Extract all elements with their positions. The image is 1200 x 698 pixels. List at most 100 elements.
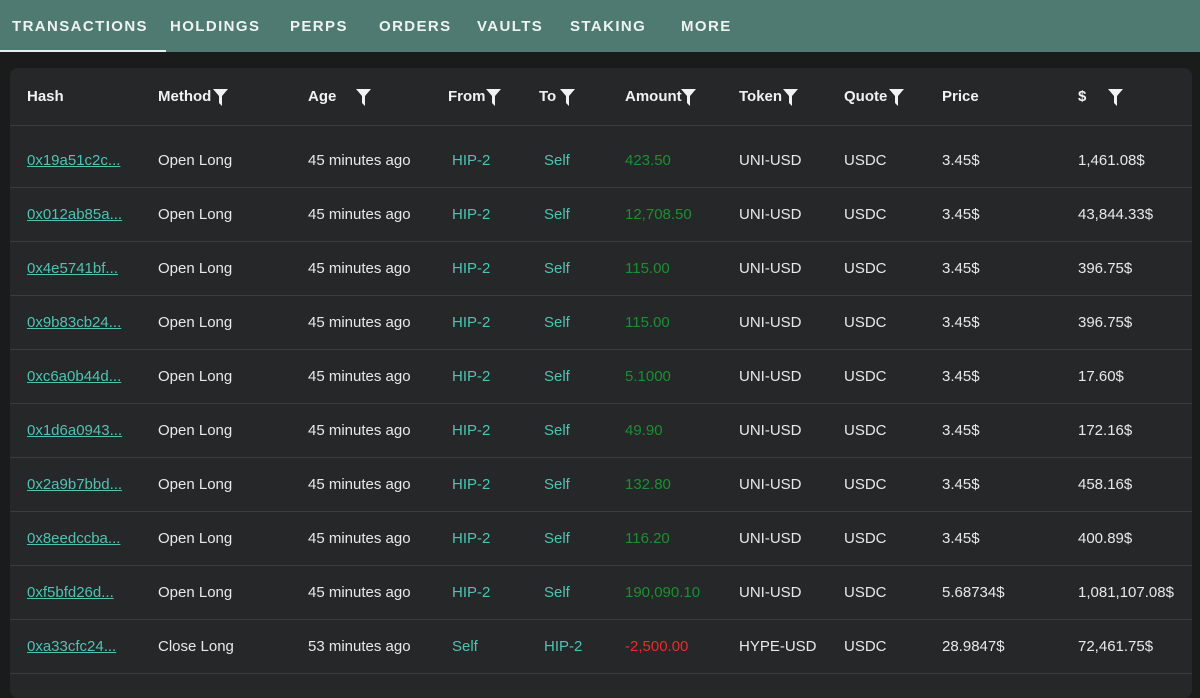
price-cell: 3.45$ [942, 314, 980, 331]
to-link[interactable]: Self [544, 296, 570, 350]
amount-cell: 115.00 [625, 260, 670, 277]
table-row: 0x9b83cb24... Open Long 45 minutes ago HIP-… [10, 296, 1192, 350]
to-link[interactable]: Self [544, 188, 570, 242]
column-header-from: From [448, 88, 486, 105]
table-row: 0xc6a0b44d... Open Long 45 minutes ago HIP-… [10, 350, 1192, 404]
to-link[interactable]: Self [544, 134, 570, 188]
to-link[interactable]: Self [544, 242, 570, 296]
hash-link[interactable]: 0x4e5741bf... [27, 242, 118, 296]
age-cell: 45 minutes ago [308, 530, 411, 547]
tab-orders[interactable]: ORDERS [379, 0, 452, 52]
usd-value-cell: 396.75$ [1078, 260, 1133, 277]
age-cell: 45 minutes ago [308, 476, 411, 493]
column-header-price: Price [942, 88, 979, 105]
token-filter-icon[interactable] [783, 89, 798, 106]
hash-link[interactable]: 0xa33cfc24... [27, 620, 116, 674]
tab-bar: TRANSACTIONS HOLDINGS PERPS ORDERS VAULT… [0, 0, 1200, 52]
from-filter-icon[interactable] [486, 89, 501, 106]
price-cell: 3.45$ [942, 422, 980, 439]
usd-value-cell: 1,461.08$ [1078, 152, 1145, 169]
from-link[interactable]: HIP-2 [452, 296, 490, 350]
tab-holdings[interactable]: HOLDINGS [170, 0, 260, 52]
age-cell: 45 minutes ago [308, 152, 411, 169]
method-cell: Open Long [158, 584, 233, 601]
table-row: 0x19a51c2c... Open Long 45 minutes ago HIP-… [10, 134, 1192, 188]
quote-cell: USDC [844, 530, 887, 547]
to-link[interactable]: Self [544, 350, 570, 404]
from-link[interactable]: HIP-2 [452, 566, 490, 620]
method-cell: Close Long [158, 638, 234, 655]
hash-link[interactable]: 0x19a51c2c... [27, 134, 120, 188]
quote-filter-icon[interactable] [889, 89, 904, 106]
age-cell: 45 minutes ago [308, 584, 411, 601]
column-header-age: Age [308, 88, 337, 105]
from-link[interactable]: HIP-2 [452, 512, 490, 566]
quote-cell: USDC [844, 206, 887, 223]
table-row: 0xf5bfd26d... Open Long 45 minutes ago HIP-… [10, 566, 1192, 620]
price-cell: 28.9847$ [942, 638, 1005, 655]
usd-value-cell: 458.16$ [1078, 476, 1133, 493]
quote-cell: USDC [844, 476, 887, 493]
column-header-method: Method [158, 88, 212, 105]
hash-link[interactable]: 0x2a9b7bbd... [27, 458, 122, 512]
quote-cell: USDC [844, 314, 887, 331]
column-header-amount: Amount [625, 88, 682, 105]
amount-filter-icon[interactable] [681, 89, 696, 106]
token-cell: UNI-USD [739, 422, 802, 439]
tab-transactions[interactable]: TRANSACTIONS [0, 0, 166, 52]
to-link[interactable]: Self [544, 566, 570, 620]
to-link[interactable]: HIP-2 [544, 620, 582, 674]
to-link[interactable]: Self [544, 512, 570, 566]
from-link[interactable]: Self [452, 620, 478, 674]
token-cell: UNI-USD [739, 530, 802, 547]
from-link[interactable]: HIP-2 [452, 458, 490, 512]
method-cell: Open Long [158, 422, 233, 439]
method-cell: Open Long [158, 152, 233, 169]
price-cell: 3.45$ [942, 368, 980, 385]
quote-cell: USDC [844, 368, 887, 385]
token-cell: HYPE-USD [739, 638, 817, 655]
age-cell: 45 minutes ago [308, 260, 411, 277]
amount-cell: 190,090.10 [625, 584, 701, 601]
from-link[interactable]: HIP-2 [452, 188, 490, 242]
to-filter-icon[interactable] [560, 89, 575, 106]
table-row: 0x4e5741bf... Open Long 45 minutes ago HIP-… [10, 242, 1192, 296]
amount-cell: 49.90 [625, 422, 663, 439]
method-filter-icon[interactable] [213, 89, 228, 106]
from-link[interactable]: HIP-2 [452, 350, 490, 404]
table-row: 0x1d6a0943... Open Long 45 minutes ago HIP-… [10, 404, 1192, 458]
age-cell: 53 minutes ago [308, 638, 411, 655]
from-link[interactable]: HIP-2 [452, 134, 490, 188]
amount-cell: 116.20 [625, 530, 670, 547]
token-cell: UNI-USD [739, 476, 802, 493]
from-link[interactable]: HIP-2 [452, 242, 490, 296]
to-link[interactable]: Self [544, 458, 570, 512]
table-row: 0x2a9b7bbd... Open Long 45 minutes ago HIP-… [10, 458, 1192, 512]
hash-link[interactable]: 0xc6a0b44d... [27, 350, 121, 404]
hash-link[interactable]: 0xf5bfd26d... [27, 566, 114, 620]
tab-perps[interactable]: PERPS [290, 0, 348, 52]
token-cell: UNI-USD [739, 368, 802, 385]
hash-link[interactable]: 0x9b83cb24... [27, 296, 121, 350]
hash-link[interactable]: 0x012ab85a... [27, 188, 122, 242]
age-filter-icon[interactable] [356, 89, 371, 106]
age-cell: 45 minutes ago [308, 206, 411, 223]
method-cell: Open Long [158, 260, 233, 277]
price-cell: 3.45$ [942, 206, 980, 223]
usd-value-cell: 172.16$ [1078, 422, 1133, 439]
method-cell: Open Long [158, 476, 233, 493]
to-link[interactable]: Self [544, 404, 570, 458]
usd-value-cell: 72,461.75$ [1078, 638, 1154, 655]
usd-value-cell: 43,844.33$ [1078, 206, 1154, 223]
from-link[interactable]: HIP-2 [452, 404, 490, 458]
usd-value-cell: 400.89$ [1078, 530, 1133, 547]
price-cell: 3.45$ [942, 530, 980, 547]
tab-vaults[interactable]: VAULTS [477, 0, 543, 52]
hash-link[interactable]: 0x8eedccba... [27, 512, 120, 566]
token-cell: UNI-USD [739, 314, 802, 331]
tab-staking[interactable]: STAKING [570, 0, 646, 52]
hash-link[interactable]: 0x1d6a0943... [27, 404, 122, 458]
usd-filter-icon[interactable] [1108, 89, 1123, 106]
column-header-quote: Quote [844, 88, 888, 105]
tab-more[interactable]: MORE [681, 0, 732, 52]
